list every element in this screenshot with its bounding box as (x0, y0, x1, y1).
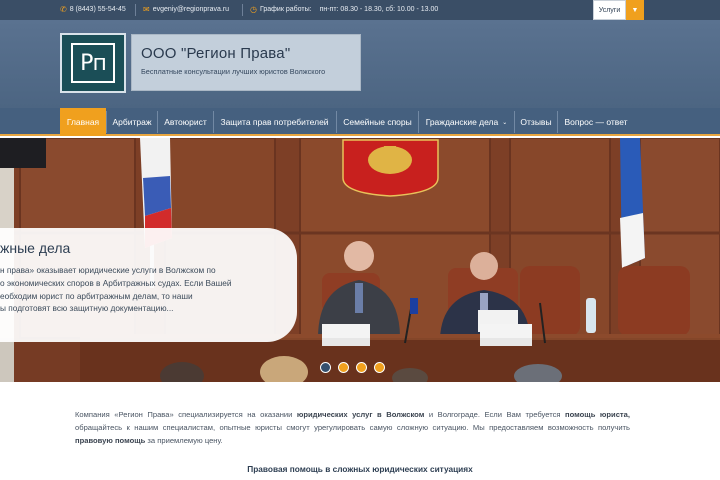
slogan: Бесплатные консультации лучших юристов В… (141, 67, 326, 76)
slide-line: еобходим юрист по арбитражным делам, то … (0, 290, 193, 301)
email-address: evgeniy@regionprava.ru (152, 6, 230, 13)
hero-slider: жные дела н права» оказывает юридические… (0, 138, 720, 382)
nav-label: Гражданские дела (425, 117, 499, 127)
nav-label: Вопрос — ответ (564, 117, 628, 127)
nav-item-autolawyer[interactable]: Автоюрист (158, 108, 213, 136)
main-nav: Главная Арбитраж Автоюрист Защита прав п… (0, 108, 720, 136)
logo[interactable]: Рп (60, 33, 126, 93)
services-label: Услуги (593, 0, 626, 20)
nav-label: Главная (66, 117, 100, 127)
intro-highlight: помощь юриста, (565, 410, 630, 419)
nav-label: Автоюрист (164, 117, 207, 127)
section-heading: Правовая помощь в сложных юридических си… (247, 464, 473, 474)
slide-title: жные дела (0, 240, 71, 256)
nav-item-consumer-rights[interactable]: Защита прав потребителей (214, 108, 335, 136)
main-content: Компания «Регион Права» специализируется… (0, 382, 720, 480)
schedule-label: График работы: (259, 6, 312, 13)
nav-label: Отзывы (520, 117, 552, 127)
schedule-value: пн-пт: 08.30 - 18.30, сб: 10.00 - 13.00 (319, 6, 439, 13)
nav-label: Семейные споры (343, 117, 412, 127)
slide-dot-3[interactable] (356, 362, 367, 373)
divider (135, 4, 136, 16)
nav-item-home[interactable]: Главная (60, 108, 106, 136)
slide-dot-2[interactable] (338, 362, 349, 373)
nav-label: Защита прав потребителей (220, 117, 329, 127)
intro-text: и Волгограде. Если Вам требуется (424, 410, 566, 419)
phone-number: 8 (8443) 55-54-45 (69, 6, 126, 13)
chevron-down-icon: ⌄ (502, 119, 508, 126)
intro-highlight: правовую помощь (75, 436, 146, 445)
slide-line: ы подготовят всю защитную документацию..… (0, 303, 174, 314)
site-header: Рп ООО "Регион Права" Бесплатные консуль… (0, 20, 720, 108)
phone-icon: ✆ (60, 5, 67, 14)
email-contact[interactable]: ✉ evgeniy@regionprava.ru (143, 5, 229, 14)
nav-item-family-disputes[interactable]: Семейные споры (337, 108, 418, 136)
slide-dot-1[interactable] (320, 362, 331, 373)
top-bar: ✆ 8 (8443) 55-54-45 ✉ evgeniy@regionprav… (0, 0, 720, 20)
slide-dot-4[interactable] (374, 362, 385, 373)
intro-text: обращайтесь к нашим специалистам, опытны… (75, 423, 630, 432)
nav-item-civil-cases[interactable]: Гражданские дела ⌄ (419, 108, 514, 136)
phone-contact[interactable]: ✆ 8 (8443) 55-54-45 (60, 5, 126, 14)
nav-item-reviews[interactable]: Отзывы (515, 108, 557, 136)
divider (242, 4, 243, 16)
intro-paragraph: Компания «Регион Права» специализируется… (75, 408, 630, 447)
services-dropdown[interactable]: Услуги ▼ (593, 0, 644, 20)
slide-caption[interactable]: жные дела н права» оказывает юридические… (0, 228, 297, 342)
company-name: ООО "Регион Права" (141, 45, 291, 62)
clock-icon: ◷ (250, 5, 257, 14)
brand-block: ООО "Регион Права" Бесплатные консультац… (131, 34, 361, 91)
slide-line: н права» оказывает юридические услуги в … (0, 265, 216, 275)
nav-item-arbitrage[interactable]: Арбитраж (107, 108, 157, 136)
slide-text: н права» оказывает юридические услуги в … (0, 264, 270, 315)
nav-item-qa[interactable]: Вопрос — ответ (558, 108, 634, 136)
nav-label: Арбитраж (112, 117, 152, 127)
intro-highlight: юридических услуг в Волжском (296, 410, 425, 419)
slide-line: о экономических споров в Арбитражных суд… (0, 277, 232, 288)
intro-text: Компания «Регион Права» специализируется… (75, 410, 297, 419)
schedule: ◷ График работы: пн-пт: 08.30 - 18.30, с… (250, 5, 438, 14)
intro-text: за приемлемую цену. (145, 436, 223, 445)
chevron-down-icon: ▼ (626, 0, 644, 20)
mail-icon: ✉ (143, 5, 150, 14)
logo-mark: Рп (71, 43, 115, 83)
slider-pagination (320, 362, 385, 373)
